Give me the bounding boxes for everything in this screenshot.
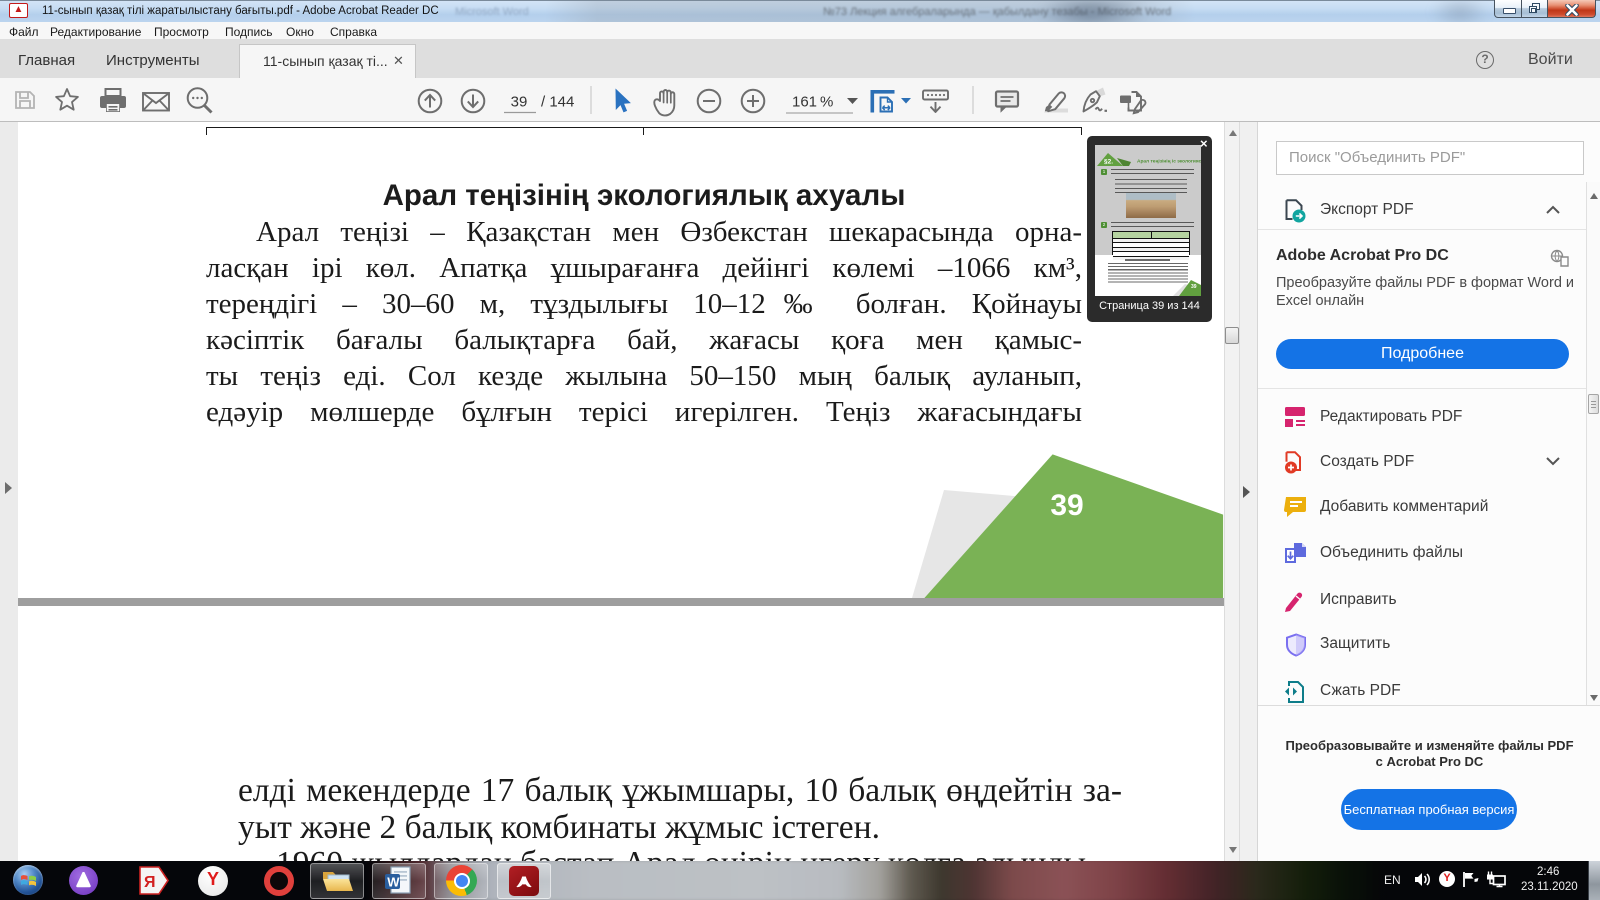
svg-text:161 %: 161 %	[792, 94, 833, 111]
svg-text:W: W	[387, 875, 400, 890]
svg-text:39: 39	[1050, 489, 1083, 522]
svg-text:39: 39	[511, 94, 528, 111]
svg-text:/ 144: / 144	[541, 94, 574, 111]
svg-text:§2.: §2.	[1104, 159, 1113, 166]
svg-text:Я: Я	[144, 874, 156, 891]
svg-text:Арал теңізінің іс экологиясы: Арал теңізінің іс экологиясы	[1137, 159, 1201, 165]
svg-text:39: 39	[1191, 284, 1197, 290]
